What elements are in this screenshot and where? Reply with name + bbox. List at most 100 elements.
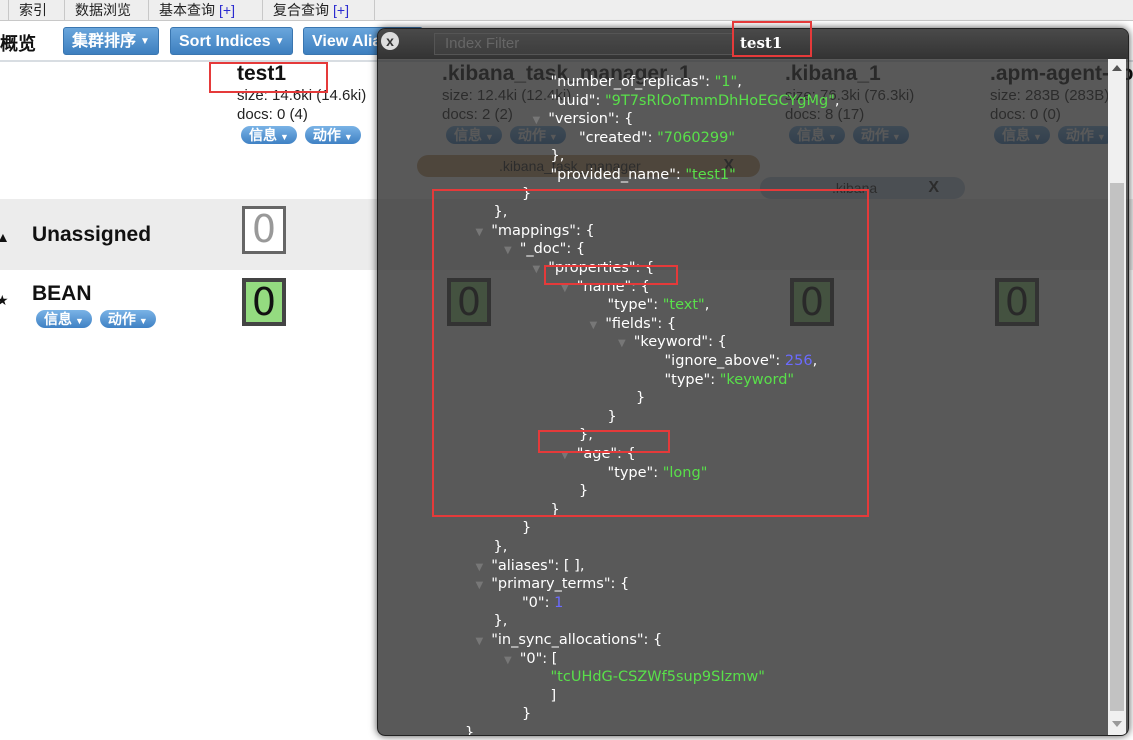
tab-label: 复合查询 bbox=[273, 2, 329, 18]
json-key: "0": bbox=[522, 594, 555, 611]
add-tab-link[interactable]: [+] bbox=[219, 2, 235, 18]
collapse-triangle-icon[interactable]: ▼ bbox=[476, 227, 484, 238]
collapse-triangle-icon[interactable]: ▼ bbox=[561, 450, 569, 461]
button-label: 动作 bbox=[312, 127, 341, 143]
json-line: "type": "keyword" bbox=[665, 371, 795, 389]
json-line: } bbox=[579, 482, 588, 500]
index-info-dialog: Index Filter test1 "number_of_replicas":… bbox=[377, 28, 1129, 736]
collapse-triangle-icon[interactable]: ▼ bbox=[533, 264, 541, 275]
scroll-thumb[interactable] bbox=[1110, 183, 1124, 711]
index-size: size: 14.6ki (14.6ki) bbox=[237, 87, 367, 104]
node-info-button[interactable]: 信息 ▼ bbox=[36, 310, 92, 328]
info-button[interactable]: 信息▼ bbox=[241, 126, 297, 144]
unassigned-label: Unassigned bbox=[32, 223, 152, 246]
json-line: ▼ "0": [ bbox=[504, 650, 557, 670]
json-line: ▼ "keyword": { bbox=[618, 333, 727, 353]
json-key: } bbox=[636, 390, 646, 407]
collapse-triangle-icon[interactable]: ▼ bbox=[533, 115, 541, 126]
triangle-up-icon: ▲ bbox=[0, 229, 10, 245]
json-key: "created": bbox=[579, 129, 658, 146]
json-key: } bbox=[522, 185, 532, 202]
tab-bar: 索引 数据浏览 基本查询 [+] 复合查询 [+] bbox=[0, 0, 1133, 21]
json-key: "age": { bbox=[576, 446, 636, 462]
sort-indices-button[interactable]: Sort Indices ▼ bbox=[170, 27, 294, 55]
json-line: "provided_name": "test1" bbox=[551, 166, 736, 184]
json-key: "type": bbox=[607, 464, 663, 481]
caret-down-icon: ▼ bbox=[280, 132, 289, 142]
cluster-sort-button[interactable]: 集群排序 ▼ bbox=[63, 27, 159, 55]
add-tab-link[interactable]: [+] bbox=[333, 2, 349, 18]
json-viewer: "number_of_replicas": "1", "uuid": "9T7sR… bbox=[378, 57, 1108, 735]
json-key: "primary_terms": { bbox=[491, 576, 630, 593]
json-key: "number_of_replicas": bbox=[550, 74, 715, 90]
tab-label: 基本查询 bbox=[159, 2, 215, 18]
json-key: } bbox=[607, 408, 617, 425]
json-key: }, bbox=[493, 613, 508, 630]
collapse-triangle-icon[interactable]: ▼ bbox=[476, 562, 484, 573]
caret-down-icon: ▼ bbox=[343, 132, 353, 142]
json-key: "fields": { bbox=[605, 315, 677, 332]
collapse-triangle-icon[interactable]: ▼ bbox=[561, 283, 569, 294]
node-action-button[interactable]: 动作 ▼ bbox=[99, 310, 156, 328]
collapse-triangle-icon[interactable]: ▼ bbox=[504, 245, 512, 256]
scroll-down-arrow-icon[interactable] bbox=[1112, 721, 1122, 727]
json-line: "0": 1 bbox=[522, 594, 563, 612]
tab-indices[interactable]: 索引 bbox=[8, 0, 57, 21]
tab-basic-query[interactable]: 基本查询 [+] bbox=[148, 0, 245, 21]
collapse-triangle-icon[interactable]: ▼ bbox=[504, 655, 512, 666]
json-number: 1 bbox=[554, 594, 564, 611]
json-key: "aliases": [ ], bbox=[491, 557, 585, 574]
button-label: 信息 bbox=[44, 311, 72, 327]
json-line: ▼ "version": { bbox=[533, 110, 634, 130]
json-line: } bbox=[522, 705, 531, 723]
collapse-triangle-icon[interactable]: ▼ bbox=[618, 338, 626, 349]
json-key: "in_sync_allocations": { bbox=[491, 632, 663, 648]
close-dialog-icon[interactable]: x bbox=[381, 32, 399, 50]
json-string: "9T7sRlOoTmmDhHoEGCYgMg" bbox=[604, 92, 835, 109]
json-line: "type": "long" bbox=[608, 464, 708, 482]
collapse-triangle-icon[interactable]: ▼ bbox=[590, 320, 598, 331]
json-line: ▼ "aliases": [ ], bbox=[476, 557, 585, 577]
json-line: "tcUHdG-CSZWf5sup9SIzmw" bbox=[551, 668, 765, 686]
caret-down-icon: ▼ bbox=[140, 36, 150, 47]
json-line: } bbox=[608, 408, 617, 426]
index-filter-input[interactable]: Index Filter bbox=[434, 33, 734, 55]
button-label: 信息 bbox=[249, 127, 277, 143]
tab-compound-query[interactable]: 复合查询 [+] bbox=[262, 0, 359, 21]
json-line: ▼ "in_sync_allocations": { bbox=[476, 631, 663, 651]
json-line: "uuid": "9T7sRlOoTmmDhHoEGCYgMg", bbox=[551, 92, 840, 110]
button-label: 集群排序 bbox=[72, 33, 137, 51]
json-key: "ignore_above": bbox=[664, 353, 785, 369]
action-button[interactable]: 动作▼ bbox=[304, 126, 361, 144]
json-key: "type": bbox=[607, 297, 663, 314]
scroll-up-arrow-icon[interactable] bbox=[1112, 65, 1122, 71]
shard-test1[interactable]: 0 bbox=[242, 278, 286, 326]
json-key: } bbox=[579, 483, 589, 500]
json-line: }, bbox=[494, 612, 508, 630]
json-key: "properties": { bbox=[548, 260, 655, 276]
dialog-titlebar[interactable]: Index Filter test1 bbox=[378, 29, 1128, 59]
json-key: , bbox=[704, 297, 710, 314]
json-line: ▼ "age": { bbox=[561, 445, 636, 465]
unassigned-shard[interactable]: 0 bbox=[242, 206, 286, 254]
json-key: }, bbox=[493, 204, 508, 221]
collapse-triangle-icon[interactable]: ▼ bbox=[476, 580, 484, 591]
json-line: }, bbox=[494, 538, 508, 556]
json-line: }, bbox=[579, 426, 593, 444]
json-key: "keyword": { bbox=[633, 334, 727, 351]
elasticsearch-head-app: 索引 数据浏览 基本查询 [+] 复合查询 [+] 概览 集群排序 ▼ Sort In… bbox=[0, 0, 1133, 740]
json-line: } bbox=[522, 519, 531, 537]
vertical-scrollbar[interactable] bbox=[1108, 59, 1126, 735]
json-line: ▼ "fields": { bbox=[590, 315, 677, 335]
json-key: }, bbox=[550, 148, 565, 165]
json-key: "mappings": { bbox=[491, 222, 595, 239]
json-line: } bbox=[465, 724, 474, 735]
json-line: } bbox=[551, 501, 560, 519]
json-key: } bbox=[550, 501, 560, 518]
star-icon: ★ bbox=[0, 292, 9, 308]
node-name: BEAN bbox=[32, 282, 92, 305]
collapse-triangle-icon[interactable]: ▼ bbox=[476, 636, 484, 647]
json-string: "7060299" bbox=[657, 129, 735, 146]
tab-data-browse[interactable]: 数据浏览 bbox=[64, 0, 141, 21]
json-line: ▼ "mappings": { bbox=[476, 222, 595, 242]
